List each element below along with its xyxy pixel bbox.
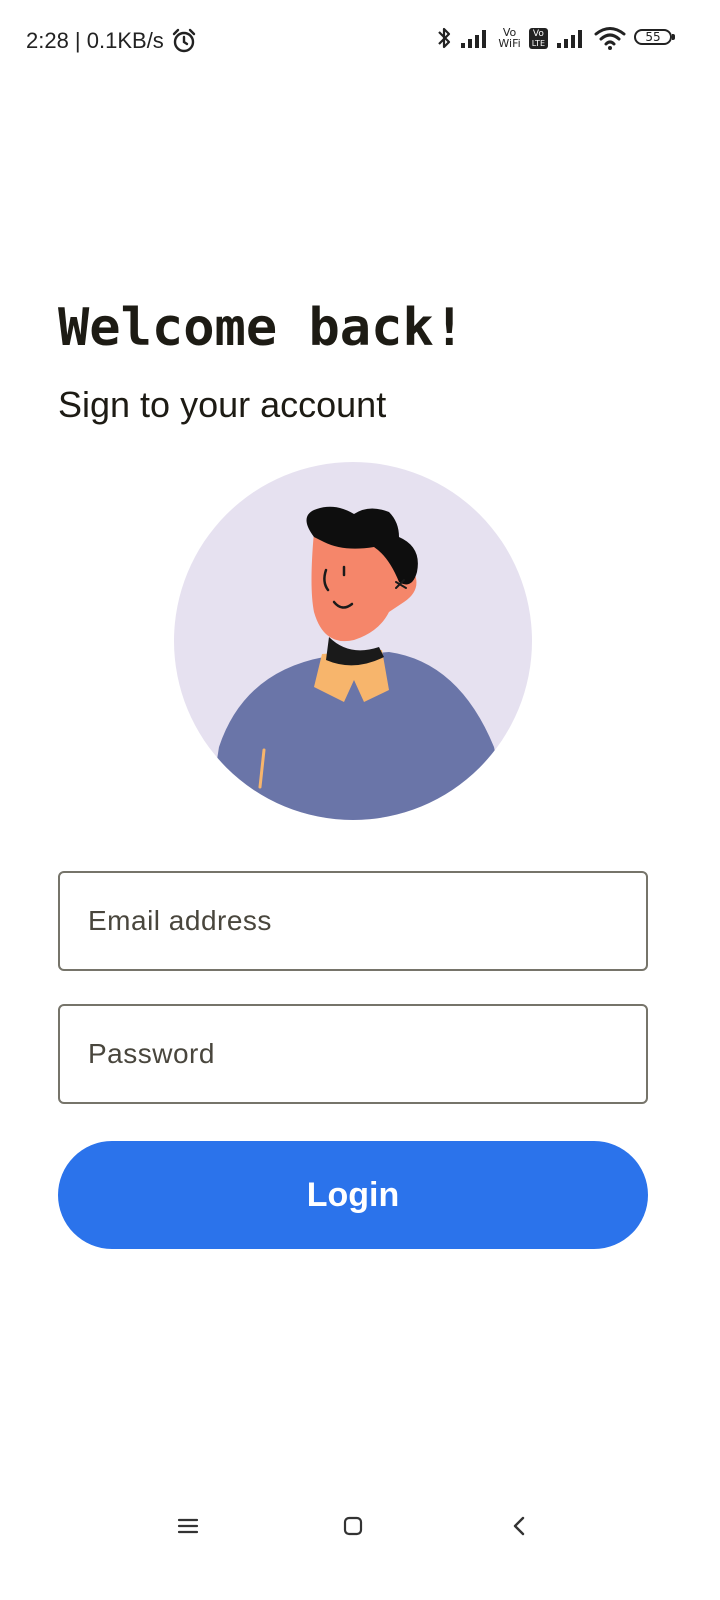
bluetooth-icon bbox=[436, 25, 452, 51]
volte-bottom-label: LTE bbox=[531, 38, 545, 48]
page-subtitle: Sign to your account bbox=[58, 384, 387, 425]
user-avatar-illustration bbox=[174, 462, 532, 820]
status-time-speed: 2:28 | 0.1KB/s bbox=[26, 28, 164, 53]
volte-top-label: Vo bbox=[532, 28, 544, 39]
battery-icon: 55 bbox=[634, 27, 676, 49]
signal-icon bbox=[460, 27, 490, 49]
email-field[interactable] bbox=[58, 871, 648, 971]
menu-icon[interactable] bbox=[166, 1504, 210, 1548]
battery-level: 55 bbox=[645, 30, 661, 44]
status-right: Vo WiFi Vo LTE 55 bbox=[436, 25, 676, 51]
wifi-icon bbox=[594, 26, 626, 50]
page-title: Welcome back! bbox=[58, 298, 465, 358]
alarm-icon bbox=[170, 27, 198, 55]
login-button[interactable]: Login bbox=[58, 1141, 648, 1249]
password-field[interactable] bbox=[58, 1004, 648, 1104]
vowifi-bottom-label: WiFi bbox=[498, 37, 521, 50]
vowifi-icon: Vo WiFi bbox=[498, 27, 520, 49]
status-bar: 2:28 | 0.1KB/s Vo WiFi Vo LTE 55 bbox=[0, 0, 720, 84]
password-input[interactable] bbox=[60, 1006, 646, 1102]
system-navigation-bar bbox=[0, 1490, 720, 1560]
signal-icon bbox=[556, 27, 586, 49]
volte-icon: Vo LTE bbox=[528, 27, 548, 49]
home-icon[interactable] bbox=[331, 1504, 375, 1548]
back-icon[interactable] bbox=[497, 1504, 541, 1548]
status-left: 2:28 | 0.1KB/s bbox=[26, 27, 198, 55]
email-input[interactable] bbox=[60, 873, 646, 969]
